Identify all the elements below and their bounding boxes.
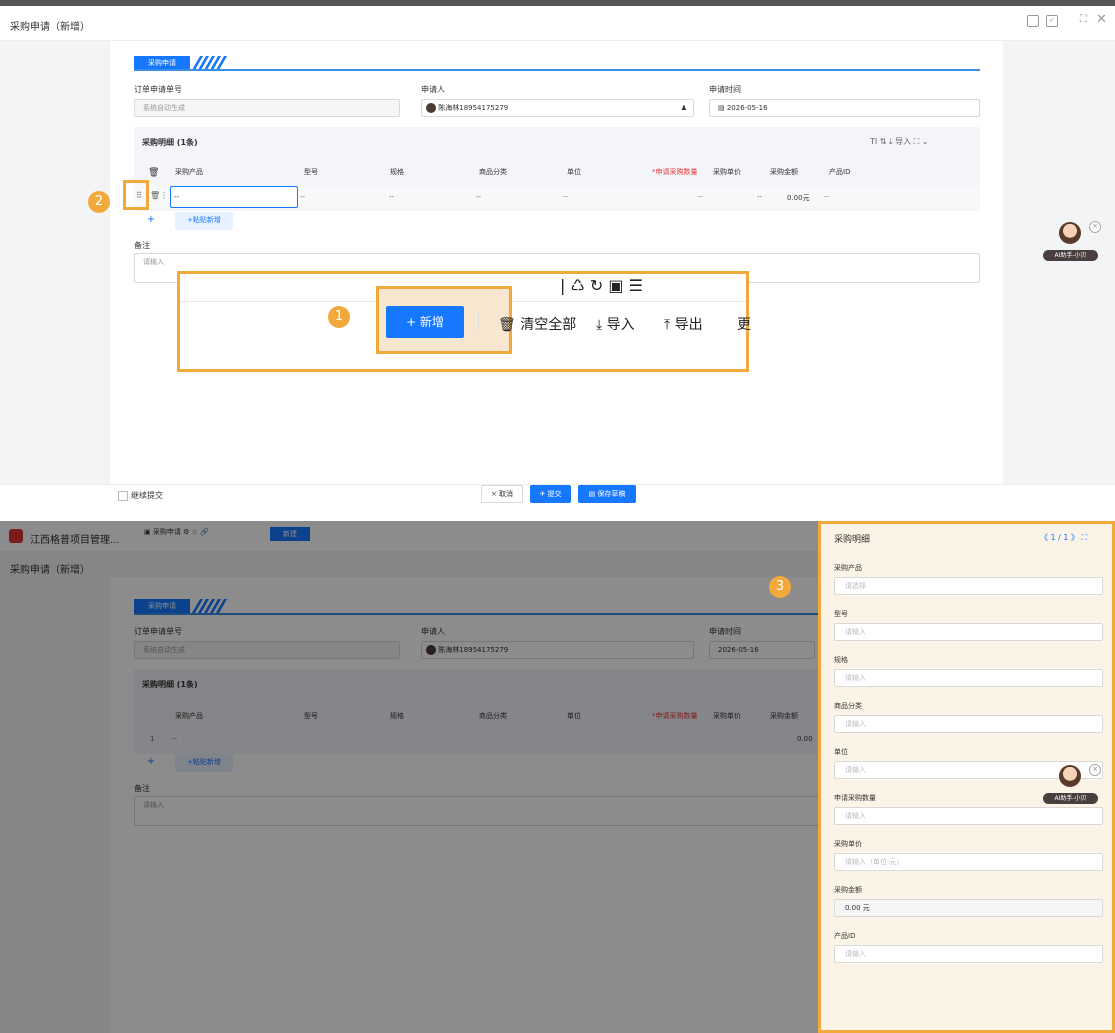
col-spec: 规格 bbox=[390, 168, 404, 176]
drawer-pager-text: 1 / 1 bbox=[1050, 533, 1069, 542]
import-button[interactable]: ⤓ 导入 bbox=[596, 314, 635, 334]
drawer-input-product[interactable]: 请选择 bbox=[834, 577, 1103, 595]
time-input[interactable]: ▤ 2026-05-16 bbox=[709, 99, 980, 117]
drawer-label-amount: 采购金额 bbox=[834, 886, 862, 894]
tab-underline bbox=[134, 69, 980, 71]
clear-all-button[interactable]: 🗑 清空全部 bbox=[498, 314, 576, 334]
row-product-id: -- bbox=[824, 193, 830, 201]
drawer-input-spec[interactable]: 请输入 bbox=[834, 669, 1103, 687]
drawer-label-unit: 单位 bbox=[834, 748, 848, 756]
col-unit: 单位 bbox=[567, 168, 581, 176]
product-select[interactable]: -- bbox=[170, 186, 298, 208]
row-unit: -- bbox=[563, 193, 569, 201]
add-row-button[interactable]: + bbox=[138, 212, 164, 230]
col-qty: *申请采购数量 bbox=[652, 168, 698, 176]
submit-button[interactable]: ✈ 提交 bbox=[530, 485, 571, 503]
row-delete-icon[interactable]: 🗑⋮ bbox=[150, 191, 168, 200]
drawer-input-price[interactable]: 请输入（单位:元） bbox=[834, 853, 1103, 871]
more-button[interactable]: 更 bbox=[737, 314, 751, 334]
clear-all-label: 清空全部 bbox=[520, 317, 577, 333]
drag-highlight bbox=[123, 180, 149, 210]
drawer-title: 采购明细 bbox=[834, 535, 871, 545]
continue-checkbox[interactable] bbox=[118, 491, 128, 501]
drawer-input-model[interactable]: 请输入 bbox=[834, 623, 1103, 641]
paste-add-button[interactable]: +粘贴新增 bbox=[175, 212, 233, 230]
export-button[interactable]: ⤒ 导出 bbox=[664, 314, 703, 334]
submit-label: 提交 bbox=[547, 490, 562, 498]
bottom-ai-assistant-tag[interactable]: AI助手-小贝 bbox=[1043, 793, 1098, 804]
col-amount: 采购金额 bbox=[770, 168, 798, 176]
save-icon[interactable] bbox=[1027, 15, 1039, 27]
fullscreen-icon[interactable]: ⛶ bbox=[1080, 14, 1087, 25]
zoom-top-icons: | ♺ ↻ ▣ ☰ bbox=[560, 276, 643, 295]
check-icon[interactable]: ✓ bbox=[1046, 15, 1058, 27]
drawer-label-qty: 申请采购数量 bbox=[834, 794, 876, 802]
save-draft-label: 保存草稿 bbox=[597, 490, 626, 498]
zoom-sep bbox=[478, 312, 479, 330]
detail-toolbar-icons[interactable]: TI ⇅ ⤓ 导入 ⛶ ⌄ bbox=[870, 136, 929, 147]
bottom-panel: 江西格普项目管理... ▣ 采购申请 ⚙ ☆ 🔗 新建 采购申请（新增） 采购申… bbox=[0, 521, 1115, 1033]
page-title: 采购申请（新增） bbox=[10, 22, 90, 33]
col-price: 采购单价 bbox=[713, 168, 741, 176]
row-qty: -- bbox=[698, 193, 704, 201]
col-model: 型号 bbox=[304, 168, 318, 176]
user-icon: ♟ bbox=[680, 104, 687, 112]
col-category: 商品分类 bbox=[479, 168, 507, 176]
export-label: 导出 bbox=[674, 317, 703, 333]
bottom-ai-avatar[interactable] bbox=[1059, 765, 1081, 787]
order-no-label: 订单申请单号 bbox=[134, 85, 182, 94]
step-badge-3: 3 bbox=[769, 576, 791, 598]
drawer-label-price: 采购单价 bbox=[834, 840, 862, 848]
applicant-value: 陈海林18954175279 bbox=[438, 104, 509, 112]
drawer-input-qty[interactable]: 请输入 bbox=[834, 807, 1103, 825]
drawer-label-spec: 规格 bbox=[834, 656, 848, 664]
close-icon[interactable]: ✕ bbox=[1096, 12, 1107, 27]
ai-assistant-tag[interactable]: AI助手-小贝 bbox=[1043, 250, 1098, 261]
top-header bbox=[0, 6, 1115, 41]
remark-label: 备注 bbox=[134, 241, 150, 250]
col-product: 采购产品 bbox=[175, 168, 203, 176]
panel-separator bbox=[0, 512, 1115, 521]
cancel-button[interactable]: × 取消 bbox=[481, 485, 523, 503]
time-label: 申请时间 bbox=[709, 85, 741, 94]
drawer-input-category[interactable]: 请输入 bbox=[834, 715, 1103, 733]
time-value: 2026-05-16 bbox=[726, 104, 768, 112]
applicant-label: 申请人 bbox=[421, 85, 445, 94]
continue-submit-label: 继续提交 bbox=[131, 491, 163, 500]
import-label: 导入 bbox=[606, 317, 635, 333]
detail-title: 采购明细 (1条) bbox=[142, 138, 198, 147]
drawer-input-product-id[interactable]: 请输入 bbox=[834, 945, 1103, 963]
drawer-label-category: 商品分类 bbox=[834, 702, 862, 710]
row-price: -- bbox=[757, 193, 763, 201]
ai-avatar[interactable] bbox=[1059, 222, 1081, 244]
applicant-avatar bbox=[426, 103, 436, 113]
new-button[interactable]: + 新增 bbox=[386, 306, 464, 338]
row-category: -- bbox=[476, 193, 482, 201]
zoom-callout: | ♺ ↻ ▣ ☰ + 新增 🗑 清空全部 ⤓ 导入 ⤒ 导出 更 bbox=[177, 271, 751, 372]
save-draft-button[interactable]: ▤ 保存草稿 bbox=[578, 485, 636, 503]
drawer-label-product-id: 产品ID bbox=[834, 932, 856, 940]
drawer-label-model: 型号 bbox=[834, 610, 848, 618]
tab-stripes bbox=[191, 56, 228, 70]
trash-icon[interactable]: 🗑 bbox=[148, 168, 159, 178]
drawer-label-product: 采购产品 bbox=[834, 564, 862, 572]
row-spec: -- bbox=[389, 193, 395, 201]
calendar-icon: ▤ bbox=[718, 104, 727, 112]
col-product-id: 产品ID bbox=[829, 168, 851, 176]
bottom-ai-close-icon[interactable]: × bbox=[1089, 764, 1101, 776]
applicant-input[interactable]: 陈海林18954175279 ♟ bbox=[421, 99, 694, 117]
drawer-pager[interactable]: 《 1 / 1 》 ⛶ bbox=[1040, 532, 1087, 543]
detail-import[interactable]: 导入 bbox=[895, 137, 911, 146]
drawer-input-amount: 0.00 元 bbox=[834, 899, 1103, 917]
step-badge-2: 2 bbox=[88, 191, 110, 213]
ai-close-icon[interactable]: × bbox=[1089, 221, 1101, 233]
modal-dim-overlay bbox=[0, 521, 820, 1033]
order-no-input[interactable]: 系统自动生成 bbox=[134, 99, 400, 117]
row-amount: 0.00元 bbox=[787, 194, 810, 202]
app-strip bbox=[0, 0, 1115, 6]
row-model: -- bbox=[300, 193, 306, 201]
top-panel: 采购申请（新增） ✓ ⛶ ✕ 采购申请 订单申请单号 系统自动生成 申请人 陈海… bbox=[0, 0, 1115, 512]
step-badge-1: 1 bbox=[328, 306, 350, 328]
tab-purchase-request[interactable]: 采购申请 bbox=[134, 56, 190, 70]
